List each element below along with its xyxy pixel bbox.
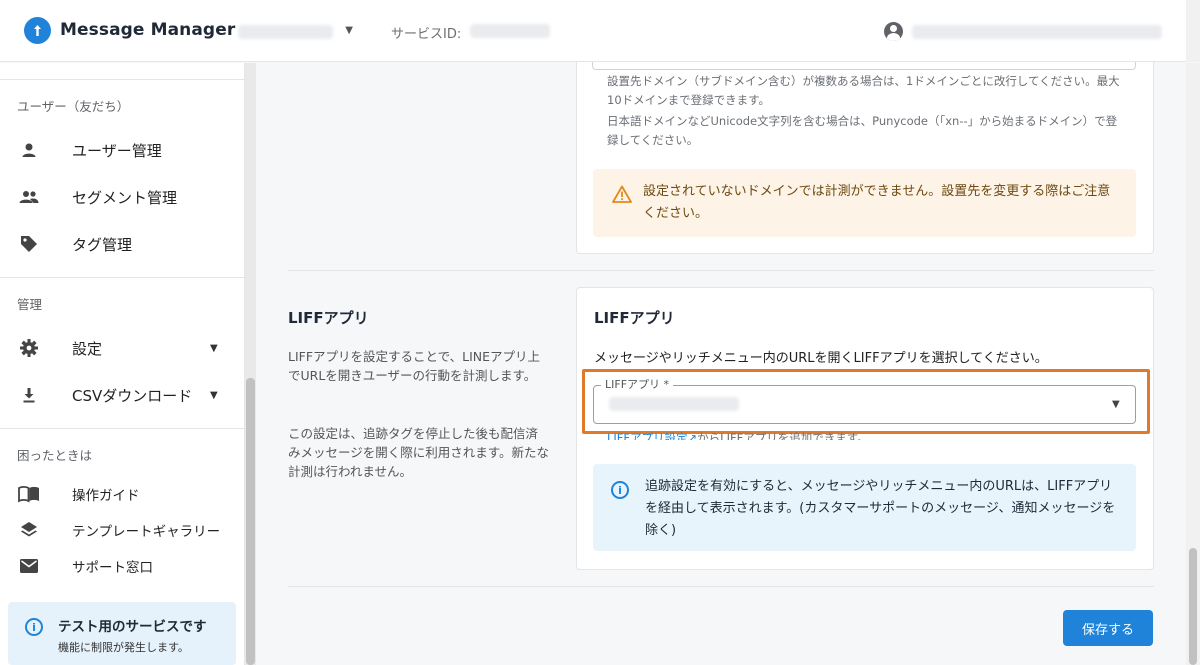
- sidebar-item-label: テンプレートギャラリー: [72, 524, 221, 540]
- sidebar-item-guide[interactable]: 操作ガイド: [0, 476, 245, 512]
- group-icon: [18, 186, 40, 208]
- sidebar-item-label: タグ管理: [72, 235, 133, 254]
- redacted-user-name[interactable]: [912, 25, 1162, 39]
- sidebar-item-label: サポート窓口: [72, 560, 153, 576]
- account-icon[interactable]: [884, 22, 903, 41]
- sidebar-divider: [0, 277, 245, 278]
- gear-icon: [18, 337, 40, 359]
- top-header: Message Manager ▼ サービスID:: [0, 0, 1200, 62]
- person-icon: [18, 139, 40, 161]
- liff-app-select-label: LIFFアプリ *: [601, 376, 674, 392]
- domain-help-text: 設置先ドメイン（サブドメイン含む）が複数ある場合は、1ドメインごとに改行してくだ…: [607, 74, 1120, 107]
- sidebar-item-label: CSVダウンロード: [72, 386, 193, 405]
- liff-card-title: LIFFアプリ: [594, 309, 675, 327]
- caret-down-icon: ▼: [210, 389, 218, 401]
- warning-icon: [612, 185, 632, 203]
- account-select[interactable]: ▼: [238, 22, 353, 42]
- chevron-down-icon: ▼: [345, 25, 353, 36]
- app-title: Message Manager: [60, 20, 236, 40]
- info-icon: i: [611, 481, 629, 499]
- caret-down-icon: ▼: [210, 342, 218, 354]
- app-logo-icon: [24, 17, 51, 44]
- liff-link-suffix: からLIFFアプリを追加できます。: [697, 431, 869, 440]
- info-icon: i: [25, 618, 43, 636]
- sidebar-item-user-management[interactable]: ユーザー管理: [0, 132, 245, 168]
- notice-subtitle: 機能に制限が発生します。: [58, 641, 189, 654]
- liff-link-row: LIFFアプリ設定↗からLIFFアプリを追加できます。: [607, 430, 869, 440]
- sidebar-scrollbar-thumb[interactable]: [246, 378, 255, 665]
- book-icon: [18, 483, 40, 505]
- sidebar-item-label: 操作ガイド: [72, 488, 140, 504]
- sidebar-item-csv-download[interactable]: CSVダウンロード ▼: [0, 377, 245, 413]
- chevron-down-icon[interactable]: ▼: [1112, 399, 1120, 410]
- sidebar-scrollbar[interactable]: [245, 63, 256, 665]
- sidebar-section-help: 困ったときは: [17, 448, 93, 463]
- download-icon: [18, 384, 40, 406]
- liff-settings-link[interactable]: LIFFアプリ設定: [607, 431, 688, 440]
- sidebar-item-label: 設定: [72, 339, 103, 358]
- domain-warning-alert: 設定されていないドメインでは計測ができません。設置先を変更する際はご注意ください…: [593, 169, 1136, 237]
- punycode-help-text: 日本語ドメインなどUnicode文字列を含む場合は、Punycode（「xn--…: [607, 114, 1118, 147]
- liff-section-note: この設定は、追跡タグを停止した後も配信済みメッセージを開く際に利用されます。新た…: [288, 426, 550, 479]
- sidebar-item-template-gallery[interactable]: テンプレートギャラリー: [0, 512, 245, 548]
- save-button[interactable]: 保存する: [1063, 610, 1153, 646]
- section-divider: [288, 270, 1154, 271]
- liff-card-description: メッセージやリッチメニュー内のURLを開くLIFFアプリを選択してください。: [594, 351, 1048, 366]
- liff-section-title: LIFFアプリ: [288, 309, 369, 327]
- tag-icon: [18, 233, 40, 255]
- header-scrollbar: [1186, 0, 1200, 62]
- warning-text: 設定されていないドメインでは計測ができません。設置先を変更する際はご注意ください…: [643, 184, 1111, 221]
- sidebar-section-admin: 管理: [17, 297, 43, 312]
- sidebar-item-segment-management[interactable]: セグメント管理: [0, 179, 245, 215]
- notice-title: テスト用のサービスです: [58, 619, 207, 635]
- redacted-liff-app-value: [609, 397, 739, 411]
- domain-textarea[interactable]: [592, 62, 1136, 70]
- sidebar-divider: [0, 428, 245, 429]
- redacted-account-name: [238, 25, 333, 39]
- main-scrollbar[interactable]: [1186, 63, 1200, 665]
- sidebar-section-users: ユーザー（友だち）: [17, 99, 130, 114]
- sidebar-item-label: セグメント管理: [72, 188, 178, 207]
- layers-icon: [18, 519, 40, 541]
- liff-section-description: LIFFアプリを設定することで、LINEアプリ上でURLを開きユーザーの行動を計…: [288, 349, 541, 383]
- redacted-service-id: [470, 24, 550, 38]
- mail-icon: [18, 555, 40, 577]
- tracking-info-alert: i 追跡設定を有効にすると、メッセージやリッチメニュー内のURLは、LIFFアプ…: [593, 464, 1136, 551]
- info-text: 追跡設定を有効にすると、メッセージやリッチメニュー内のURLは、LIFFアプリを…: [645, 479, 1116, 538]
- test-service-notice: i テスト用のサービスです 機能に制限が発生します。: [8, 602, 236, 665]
- sidebar-item-support[interactable]: サポート窓口: [0, 548, 245, 584]
- sidebar-item-label: ユーザー管理: [72, 141, 162, 160]
- section-divider: [288, 586, 1154, 587]
- sidebar-item-settings[interactable]: 設定 ▼: [0, 330, 245, 366]
- sidebar-item-tag-management[interactable]: タグ管理: [0, 226, 245, 262]
- external-link-icon: ↗: [687, 431, 698, 440]
- sidebar: ユーザー（友だち） ユーザー管理 セグメント管理 タグ管理 管理 設定 ▼ CS…: [0, 63, 245, 665]
- main-scrollbar-thumb[interactable]: [1189, 548, 1197, 665]
- service-id-label: サービスID:: [391, 27, 462, 42]
- sidebar-divider: [0, 79, 245, 80]
